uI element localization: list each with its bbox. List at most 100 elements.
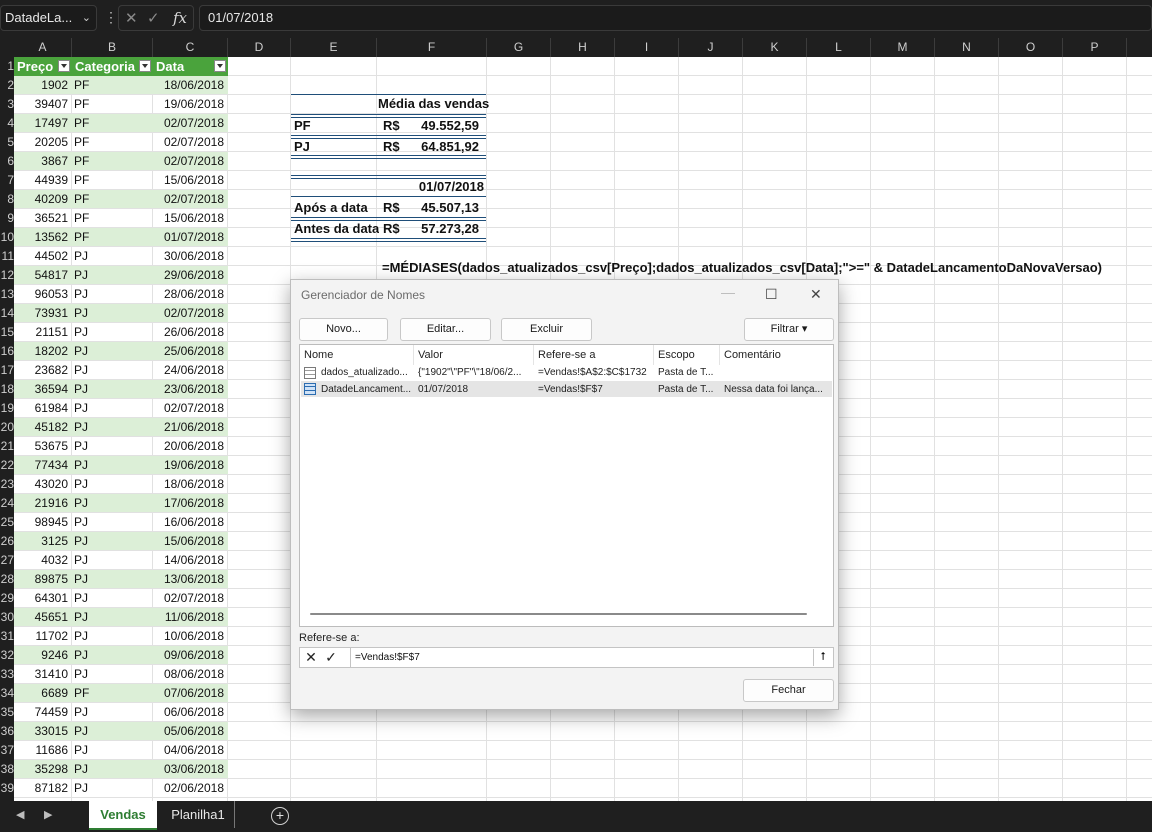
table-cell[interactable]: 28/06/2018 [153,285,226,303]
table-cell[interactable]: 02/06/2018 [153,779,226,797]
filter-button[interactable]: Filtrar ▾ [744,318,834,341]
column-header[interactable]: P [1063,38,1127,57]
table-cell[interactable]: 96053 [14,285,70,303]
column-header[interactable]: C [153,38,228,57]
filter-dropdown-icon[interactable] [139,60,151,72]
row-header[interactable]: 17 [0,361,14,380]
row-header[interactable]: 22 [0,456,14,475]
row-header[interactable]: 29 [0,589,14,608]
table-cell[interactable]: 18202 [14,342,70,360]
column-header[interactable]: G [487,38,551,57]
table-cell[interactable]: PJ [74,760,152,778]
row-header[interactable]: 19 [0,399,14,418]
table-cell[interactable]: 1902 [14,76,70,94]
table-cell[interactable]: 02/07/2018 [153,152,226,170]
table-cell[interactable]: 35298 [14,760,70,778]
after-date-average[interactable]: 45.507,13 [404,199,479,217]
table-cell[interactable]: 16/06/2018 [153,513,226,531]
table-cell[interactable]: 07/06/2018 [153,684,226,702]
pf-label[interactable]: PF [294,117,354,135]
table-cell[interactable]: 08/06/2018 [153,665,226,683]
column-header[interactable]: D [228,38,291,57]
table-cell[interactable]: 9246 [14,646,70,664]
table-cell[interactable]: 53675 [14,437,70,455]
table-cell[interactable]: 24/06/2018 [153,361,226,379]
table-cell[interactable]: PJ [74,551,152,569]
table-cell[interactable]: 54817 [14,266,70,284]
chevron-down-icon[interactable]: ⌄ [82,6,91,30]
filter-dropdown-icon[interactable] [214,60,226,72]
table-cell[interactable]: PF [74,171,152,189]
table-cell[interactable]: 20/06/2018 [153,437,226,455]
row-header[interactable]: 10 [0,228,14,247]
row-header[interactable]: 31 [0,627,14,646]
table-cell[interactable]: PF [74,190,152,208]
formula-text-cell[interactable]: =MÉDIASES(dados_atualizados_csv[Preço];d… [382,260,1102,275]
table-cell[interactable]: 06/06/2018 [153,703,226,721]
table-cell[interactable]: 13/06/2018 [153,570,226,588]
row-header[interactable]: 8 [0,190,14,209]
table-cell[interactable]: PF [74,133,152,151]
table-cell[interactable]: 11686 [14,741,70,759]
column-header[interactable]: J [679,38,743,57]
table-cell[interactable]: PF [74,95,152,113]
row-header[interactable]: 18 [0,380,14,399]
row-header[interactable]: 39 [0,779,14,798]
header-preco[interactable]: Preço [14,57,72,76]
table-cell[interactable]: PJ [74,494,152,512]
names-list[interactable]: Nome Valor Refere-se a Escopo Comentário… [299,344,834,627]
name-box[interactable]: DatadeLa... ⌄ [0,5,97,31]
row-header[interactable]: 38 [0,760,14,779]
table-cell[interactable]: 3867 [14,152,70,170]
table-cell[interactable]: PF [74,76,152,94]
table-cell[interactable]: 23/06/2018 [153,380,226,398]
row-header[interactable]: 13 [0,285,14,304]
table-cell[interactable]: 02/07/2018 [153,399,226,417]
table-cell[interactable]: 02/07/2018 [153,304,226,322]
table-cell[interactable]: 18/06/2018 [153,76,226,94]
table-cell[interactable]: PF [74,684,152,702]
row-header[interactable]: 35 [0,703,14,722]
row-header[interactable]: 14 [0,304,14,323]
table-cell[interactable]: PJ [74,437,152,455]
table-cell[interactable]: 64301 [14,589,70,607]
table-cell[interactable]: 01/07/2018 [153,228,226,246]
close-icon[interactable]: ✕ [810,286,822,303]
column-header[interactable]: A [14,38,72,57]
column-header-comment[interactable]: Comentário [720,345,833,365]
table-cell[interactable]: 39407 [14,95,70,113]
table-cell[interactable]: 73931 [14,304,70,322]
table-cell[interactable]: PJ [74,513,152,531]
formula-input[interactable]: 01/07/2018 [199,5,1152,31]
table-cell[interactable]: PJ [74,703,152,721]
horizontal-scrollbar[interactable] [310,613,807,615]
table-cell[interactable]: 74459 [14,703,70,721]
row-header[interactable]: 36 [0,722,14,741]
table-cell[interactable]: PF [74,209,152,227]
table-cell[interactable]: PJ [74,361,152,379]
row-header[interactable]: 7 [0,171,14,190]
table-cell[interactable]: 02/07/2018 [153,133,226,151]
table-cell[interactable]: PJ [74,456,152,474]
table-cell[interactable]: 19/06/2018 [153,456,226,474]
table-cell[interactable]: 13562 [14,228,70,246]
pf-average[interactable]: 49.552,59 [404,117,479,135]
column-header[interactable]: B [72,38,153,57]
row-header[interactable]: 27 [0,551,14,570]
tab-planilha1[interactable]: Planilha1 [162,801,235,828]
row-header[interactable]: 5 [0,133,14,152]
table-cell[interactable]: 05/06/2018 [153,722,226,740]
table-cell[interactable]: 89875 [14,570,70,588]
table-cell[interactable]: PJ [74,399,152,417]
table-cell[interactable]: PJ [74,380,152,398]
table-cell[interactable]: 10/06/2018 [153,627,226,645]
table-cell[interactable]: 11702 [14,627,70,645]
row-header[interactable]: 24 [0,494,14,513]
table-cell[interactable]: 29/06/2018 [153,266,226,284]
table-cell[interactable]: 14/06/2018 [153,551,226,569]
table-cell[interactable]: 36594 [14,380,70,398]
table-cell[interactable]: 26/06/2018 [153,323,226,341]
table-cell[interactable]: 02/07/2018 [153,190,226,208]
column-header[interactable]: F [377,38,487,57]
table-cell[interactable]: 3125 [14,532,70,550]
